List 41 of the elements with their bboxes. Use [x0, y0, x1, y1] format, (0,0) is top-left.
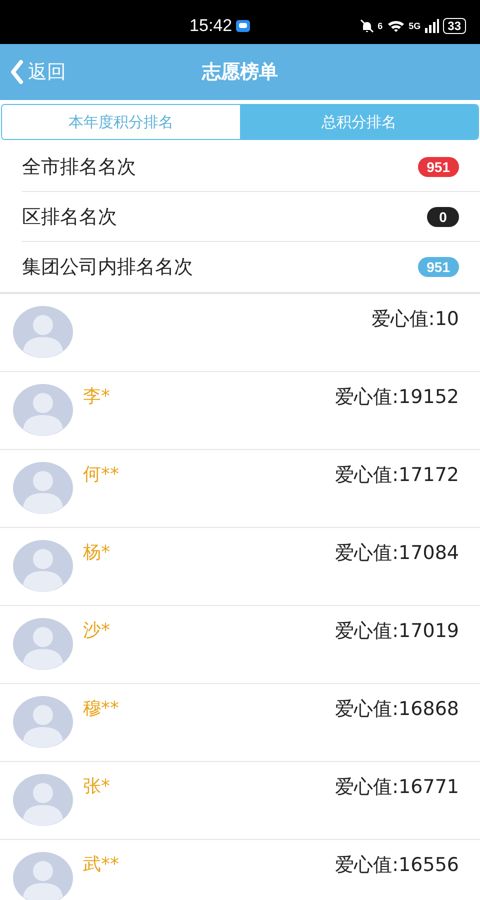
message-icon — [236, 20, 250, 32]
battery-indicator: 33 — [442, 18, 466, 34]
member-name: 武** — [83, 853, 120, 877]
member-name: 张* — [83, 775, 111, 799]
rank-badge: 951 — [418, 257, 459, 277]
signal-icon — [424, 19, 439, 33]
love-score: 爱心值:10 — [371, 307, 459, 332]
avatar-icon — [13, 384, 73, 436]
member-name: 杨* — [83, 541, 111, 565]
love-score: 爱心值:16556 — [335, 853, 459, 878]
member-name: 沙* — [83, 619, 111, 643]
rank-badge: 951 — [418, 156, 459, 176]
love-score: 爱心值:16868 — [335, 697, 459, 722]
avatar-icon — [13, 540, 73, 592]
wifi-label: 6 — [378, 21, 383, 31]
page-title: 志愿榜单 — [202, 61, 278, 83]
network-label: 5G — [408, 21, 421, 31]
love-score: 爱心值:17019 — [335, 619, 459, 644]
member-name: 何** — [83, 463, 120, 487]
ranking-label: 集团公司内排名名次 — [22, 255, 193, 280]
avatar-icon — [13, 618, 73, 670]
avatar-icon — [13, 462, 73, 514]
back-button[interactable]: 返回 — [0, 58, 72, 86]
avatar-icon — [13, 852, 73, 900]
bell-muted-icon — [360, 19, 374, 33]
avatar-icon — [13, 774, 73, 826]
love-score: 爱心值:17172 — [335, 463, 459, 488]
member-name: 穆** — [83, 697, 120, 721]
tab[interactable]: 总积分排名 — [240, 105, 478, 139]
wifi-icon — [386, 19, 405, 33]
rank-badge: 0 — [427, 206, 459, 226]
ranking-label: 区排名名次 — [22, 204, 117, 230]
love-score: 爱心值:19152 — [335, 385, 459, 410]
avatar-icon — [13, 696, 73, 748]
avatar-icon — [13, 306, 73, 358]
chevron-left-icon — [10, 60, 24, 84]
love-score: 爱心值:17084 — [335, 541, 459, 566]
clock: 15:42 — [190, 16, 232, 36]
ranking-label: 全市排名名次 — [22, 154, 136, 180]
member-name: 李* — [83, 385, 111, 409]
love-score: 爱心值:16771 — [335, 775, 459, 800]
